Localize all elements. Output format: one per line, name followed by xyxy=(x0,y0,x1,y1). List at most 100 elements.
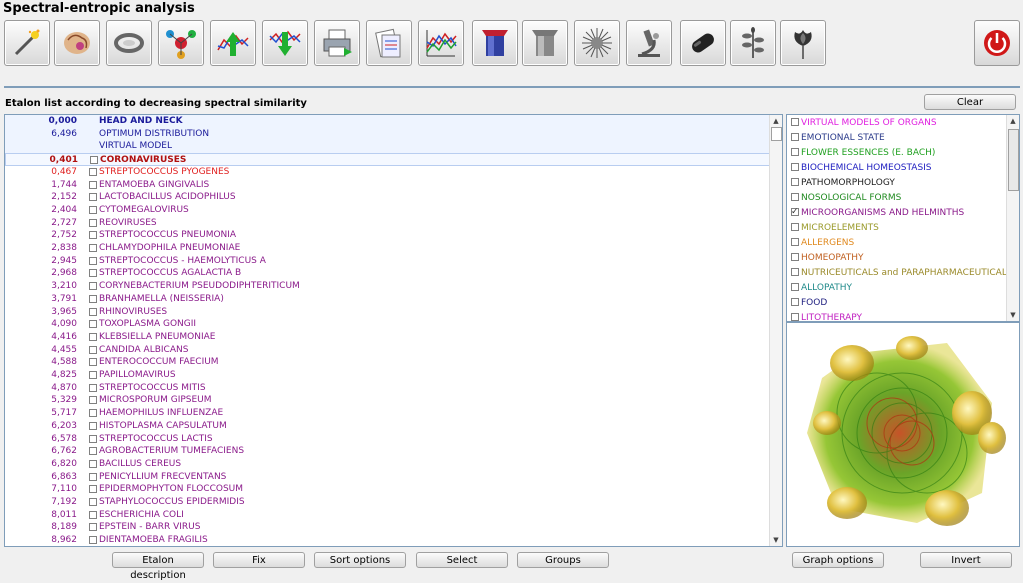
table-row[interactable]: 4,588 ENTEROCOCCUM FAECIUM xyxy=(5,356,770,369)
table-row[interactable]: 0,000 HEAD AND NECK xyxy=(5,115,770,128)
etalon-checkbox[interactable] xyxy=(89,294,97,303)
category-item[interactable]: FOOD xyxy=(791,296,827,311)
category-checkbox[interactable] xyxy=(791,238,799,246)
etalon-checkbox[interactable] xyxy=(89,320,97,329)
clear-button[interactable]: Clear xyxy=(924,94,1016,110)
table-row[interactable]: 5,329 MICROSPORUM GIPSEUM xyxy=(5,394,770,407)
etalon-checkbox[interactable] xyxy=(89,396,97,405)
cup-red-button[interactable] xyxy=(472,20,518,66)
table-row[interactable]: 7,110 EPIDERMOPHYTON FLOCCOSUM xyxy=(5,483,770,496)
power-button[interactable] xyxy=(974,20,1020,66)
scroll-down-arrow-icon[interactable]: ▼ xyxy=(770,534,782,546)
etalon-checkbox[interactable] xyxy=(89,282,97,291)
category-checkbox[interactable] xyxy=(791,313,799,321)
etalon-list-scrollbar[interactable]: ▲ ▼ xyxy=(769,115,782,546)
invert-button[interactable]: Invert xyxy=(920,552,1012,568)
spectrum-up-button[interactable] xyxy=(210,20,256,66)
table-row[interactable]: 4,090 TOXOPLASMA GONGII xyxy=(5,318,770,331)
capsule-button[interactable] xyxy=(680,20,726,66)
clipboard-button[interactable] xyxy=(366,20,412,66)
etalon-checkbox[interactable] xyxy=(89,218,97,227)
table-row[interactable]: 2,152 LACTOBACILLUS ACIDOPHILUS xyxy=(5,191,770,204)
table-row[interactable]: 6,578 STREPTOCOCCUS LACTIS xyxy=(5,433,770,446)
etalon-description-button[interactable]: Etalon description xyxy=(112,552,204,581)
etalon-checkbox[interactable] xyxy=(89,193,97,202)
etalon-checkbox[interactable] xyxy=(89,244,97,252)
etalon-checkbox[interactable] xyxy=(89,180,97,189)
etalon-checkbox[interactable] xyxy=(89,345,97,354)
table-row[interactable]: 3,965 RHINOVIRUSES xyxy=(5,306,770,319)
category-checkbox[interactable] xyxy=(791,163,799,171)
table-row[interactable]: 0,401 CORONAVIRUSES xyxy=(5,153,770,166)
table-row[interactable]: 8,962 DIENTAMOEBA FRAGILIS xyxy=(5,534,770,546)
etalon-checkbox[interactable] xyxy=(89,269,97,278)
cup-gray-button[interactable] xyxy=(522,20,568,66)
category-item[interactable]: NUTRICEUTICALS and PARAPHARMACEUTICALS xyxy=(791,266,1013,281)
graph-options-button[interactable]: Graph options xyxy=(792,552,884,568)
scroll-thumb[interactable] xyxy=(771,127,782,141)
etalon-checkbox[interactable] xyxy=(89,536,97,545)
etalon-checkbox[interactable] xyxy=(89,447,97,456)
table-row[interactable]: 6,496 OPTIMUM DISTRIBUTION xyxy=(5,127,770,141)
scroll-thumb[interactable] xyxy=(1008,129,1019,191)
printer-button[interactable] xyxy=(314,20,360,66)
sort-options-button[interactable]: Sort options xyxy=(314,552,406,568)
category-checkbox[interactable] xyxy=(791,133,799,141)
spectrum-down-button[interactable] xyxy=(262,20,308,66)
category-checkbox[interactable] xyxy=(791,298,799,306)
fix-button[interactable]: Fix xyxy=(213,552,305,568)
etalon-checkbox[interactable] xyxy=(89,421,97,430)
table-row[interactable]: 6,863 PENICYLLIUM FRECVENTANS xyxy=(5,471,770,484)
category-list-scrollbar[interactable]: ▲ ▼ xyxy=(1006,115,1019,321)
scroll-up-arrow-icon[interactable]: ▲ xyxy=(770,115,782,127)
etalon-checkbox[interactable] xyxy=(89,256,97,265)
table-row[interactable]: 8,189 EPSTEIN - BARR VIRUS xyxy=(5,521,770,534)
category-checkbox[interactable] xyxy=(791,178,799,186)
category-item[interactable]: MICROELEMENTS xyxy=(791,221,879,236)
etalon-checkbox[interactable] xyxy=(89,332,97,341)
molecule-button[interactable] xyxy=(158,20,204,66)
wand-button[interactable] xyxy=(4,20,50,66)
etalon-checkbox[interactable] xyxy=(89,472,97,481)
groups-button[interactable]: Groups xyxy=(517,552,609,568)
category-item[interactable]: VIRTUAL MODELS OF ORGANS xyxy=(791,116,937,131)
etalon-checkbox[interactable] xyxy=(89,371,97,379)
table-row[interactable]: 2,404 CYTOMEGALOVIRUS xyxy=(5,204,770,217)
category-item[interactable]: MICROORGANISMS AND HELMINTHS xyxy=(791,205,964,221)
category-checkbox[interactable] xyxy=(791,118,799,126)
category-checkbox[interactable] xyxy=(791,148,799,156)
category-item[interactable]: NOSOLOGICAL FORMS xyxy=(791,191,901,206)
category-item[interactable]: PATHOMORPHOLOGY xyxy=(791,176,895,191)
table-row[interactable]: 4,825 PAPILLOMAVIRUS xyxy=(5,369,770,382)
table-row[interactable]: 4,416 KLEBSIELLA PNEUMONIAE xyxy=(5,331,770,344)
graph-button[interactable] xyxy=(418,20,464,66)
category-checkbox[interactable] xyxy=(791,268,799,276)
etalon-checkbox[interactable] xyxy=(89,485,97,494)
table-row[interactable]: 0,467 STREPTOCOCCUS PYOGENES xyxy=(5,166,770,179)
table-row[interactable]: 2,752 STREPTOCOCCUS PNEUMONIA xyxy=(5,229,770,242)
table-row[interactable]: 4,455 CANDIDA ALBICANS xyxy=(5,344,770,357)
etalon-checkbox[interactable] xyxy=(89,358,97,367)
etalon-checkbox[interactable] xyxy=(90,156,98,165)
table-row[interactable]: 7,192 STAPHYLOCOCCUS EPIDERMIDIS xyxy=(5,496,770,509)
flower-button[interactable] xyxy=(780,20,826,66)
category-item[interactable]: BIOCHEMICAL HOMEOSTASIS xyxy=(791,161,932,176)
category-item[interactable]: LITOTHERAPY xyxy=(791,311,862,321)
category-item[interactable]: ALLERGENS xyxy=(791,236,854,251)
table-row[interactable]: 6,820 BACILLUS CEREUS xyxy=(5,458,770,471)
category-item[interactable]: FLOWER ESSENCES (E. BACH) xyxy=(791,146,935,161)
table-row[interactable]: 5,717 HAEMOPHILUS INFLUENZAE xyxy=(5,407,770,420)
etalon-checkbox[interactable] xyxy=(89,523,97,532)
table-row[interactable]: 2,945 STREPTOCOCCUS - HAEMOLYTICUS A xyxy=(5,255,770,268)
table-row[interactable]: 6,203 HISTOPLASMA CAPSULATUM xyxy=(5,420,770,433)
category-checkbox[interactable] xyxy=(791,193,799,201)
category-list[interactable]: VIRTUAL MODELS OF ORGANS EMOTIONAL STATE F… xyxy=(786,114,1020,322)
category-checkbox[interactable] xyxy=(791,253,799,261)
etalon-checkbox[interactable] xyxy=(89,459,97,468)
sunburst-button[interactable] xyxy=(574,20,620,66)
table-row[interactable]: 2,838 CHLAMYDOPHILA PNEUMONIAE xyxy=(5,242,770,255)
etalon-checkbox[interactable] xyxy=(89,434,97,443)
category-item[interactable]: HOMEOPATHY xyxy=(791,251,863,266)
etalon-checkbox[interactable] xyxy=(89,205,97,214)
category-item[interactable]: EMOTIONAL STATE xyxy=(791,131,885,146)
